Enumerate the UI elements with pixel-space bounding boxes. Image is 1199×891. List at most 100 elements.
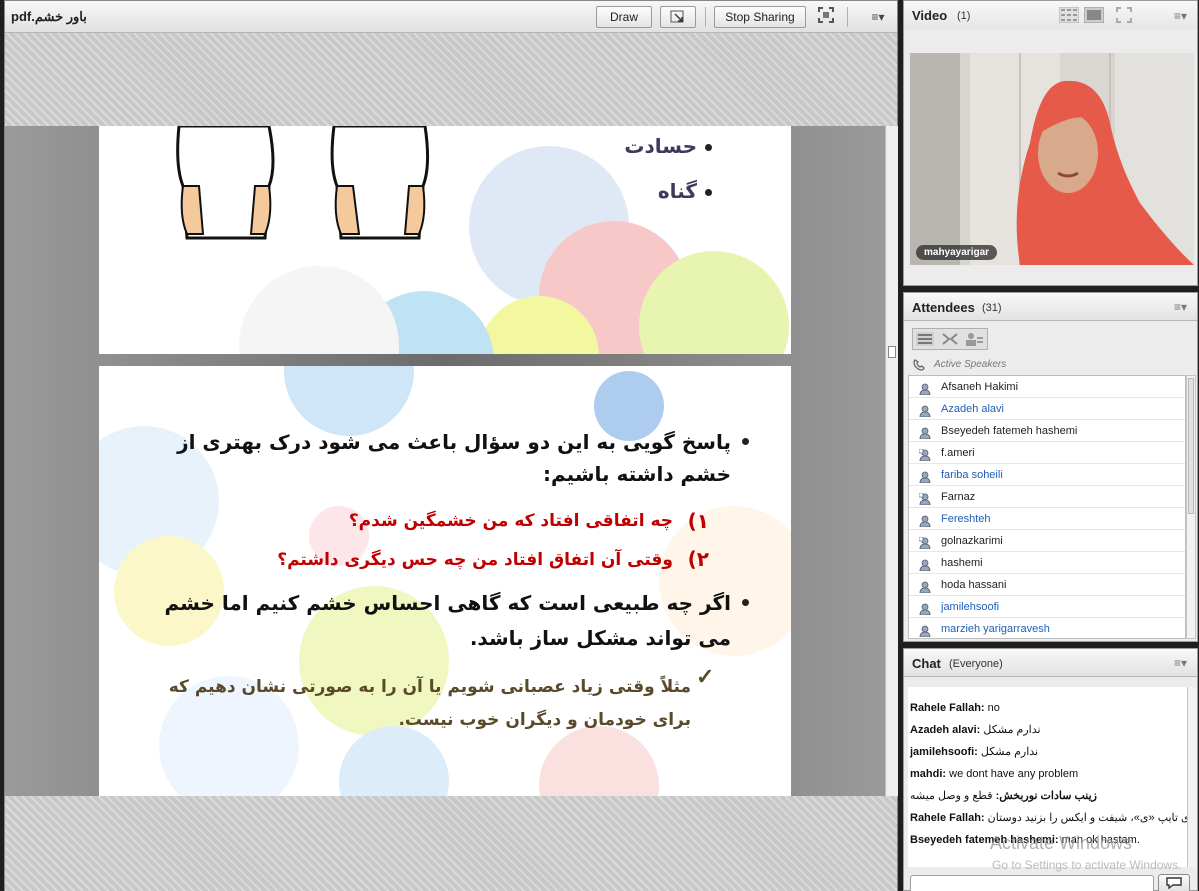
video-pod-header: Video (1) ≡▾	[904, 1, 1197, 29]
chat-text: برای تایپ «ی»، شیفت و ایکس را بزنید دوست…	[984, 812, 1187, 824]
breakout-view-icon[interactable]	[941, 332, 959, 351]
slide-previous: حسادت گناه	[99, 126, 791, 354]
single-view-icon[interactable]	[1083, 6, 1105, 28]
user-icon	[919, 557, 931, 572]
question-2-number: ۲)	[687, 547, 709, 571]
slide-current: پاسخ گویی به این دو سؤال باعث می شود درک…	[99, 366, 791, 796]
pointer-tool-button[interactable]	[660, 6, 696, 28]
chat-sender: Rahele Fallah:	[910, 812, 985, 824]
attendee-name: Azadeh alavi	[941, 403, 1004, 415]
active-speakers-row: Active Speakers	[910, 357, 1190, 373]
video-pod: Video (1) ≡▾ mahyayarigar	[903, 0, 1198, 286]
windows-activation-watermark: Activate Windows	[990, 833, 1133, 853]
user-icon	[919, 381, 931, 396]
video-count: (1)	[957, 10, 971, 22]
chat-message: Azadeh alavi: ندارم مشکل	[908, 719, 1187, 741]
webcam-video: mahyayarigar	[910, 53, 1194, 265]
presenter-video-image	[910, 53, 1194, 265]
chat-title: Chat	[912, 656, 941, 671]
presenter-user-icon	[918, 535, 931, 550]
fullscreen-icon[interactable]	[815, 7, 837, 27]
chat-message: Rahele Fallah: no	[908, 697, 1187, 719]
user-icon	[919, 623, 931, 638]
chat-pod-header: Chat (Everyone) ≡▾	[904, 649, 1197, 677]
draw-button[interactable]: Draw	[596, 6, 652, 28]
attendee-list: Afsaneh Hakimi Azadeh alavi Bseyedeh fatem…	[908, 375, 1186, 639]
attendees-title: Attendees	[912, 300, 975, 315]
speech-bubble-icon	[1166, 877, 1182, 890]
status-view-icon[interactable]	[965, 332, 983, 351]
attendee-row[interactable]: f.ameri	[909, 442, 1185, 464]
document-scrollbar[interactable]	[885, 126, 898, 796]
attendee-row[interactable]: jamilehsoofi	[909, 596, 1185, 618]
grid-view-icon[interactable]	[1058, 6, 1080, 28]
chat-scope: (Everyone)	[949, 658, 1003, 670]
attendee-name: Afsaneh Hakimi	[941, 381, 1019, 393]
attendee-name: hashemi	[941, 557, 983, 569]
windows-activation-subtext: Go to Settings to activate Windows.	[992, 858, 1182, 872]
app-window: باور خشم.pdf Draw Stop Sharing ≡▾ حسادت …	[0, 0, 1199, 891]
share-background-top	[5, 33, 897, 126]
attendee-row[interactable]: marzieh yarigarravesh	[909, 618, 1185, 638]
attendee-row[interactable]: Bseyedeh fatemeh hashemi	[909, 420, 1185, 442]
scrollbar-grip[interactable]	[888, 346, 896, 358]
attendee-row[interactable]: Afsaneh Hakimi	[909, 376, 1185, 398]
attendee-count: (31)	[982, 302, 1002, 314]
attendee-name: hoda hassani	[941, 579, 1007, 591]
slide2-bullet-1: پاسخ گویی به این دو سؤال باعث می شود درک…	[177, 430, 731, 486]
chat-sender: زینب سادات نوربخش:	[995, 790, 1097, 802]
attendee-row[interactable]: Farnaz	[909, 486, 1185, 508]
chat-sender: jamilehsoofi:	[910, 746, 978, 758]
slide2-bullet-2: اگر چه طبیعی است که گاهی احساس خشم کنیم …	[164, 591, 731, 650]
attendee-row[interactable]: hashemi	[909, 552, 1185, 574]
chat-input[interactable]	[910, 875, 1154, 891]
attendee-name: Fereshteh	[941, 513, 991, 525]
attendee-view-toolbar	[912, 328, 988, 350]
question-1: چه اتفاقی افتاد که من خشمگین شدم؟	[348, 511, 673, 531]
slide2-example: مثلاً وقتی زیاد عصبانی شویم یا آن را به …	[168, 677, 691, 730]
user-icon	[919, 425, 931, 440]
chat-sender: Azadeh alavi:	[910, 724, 981, 736]
send-message-button[interactable]	[1158, 874, 1190, 891]
video-pod-title: Video	[912, 8, 948, 23]
chat-text: ندارم مشکل	[980, 724, 1041, 736]
user-icon	[919, 601, 931, 616]
bullet-dot	[705, 189, 712, 196]
bullet-dot	[742, 438, 749, 445]
bullet-dot	[705, 144, 712, 151]
attendee-name: f.ameri	[941, 447, 975, 459]
pod-menu-icon[interactable]: ≡▾	[865, 7, 891, 27]
attendees-menu-icon[interactable]: ≡▾	[1174, 300, 1187, 314]
chat-pod: Chat (Everyone) ≡▾ Rahele Fallah: no Azad…	[903, 648, 1198, 891]
chat-scrollbar[interactable]	[1187, 687, 1197, 867]
chat-message: زینب سادات نوربخش: قطع و وصل میشه	[908, 785, 1187, 807]
attendee-name: jamilehsoofi	[941, 601, 1000, 613]
attendee-row[interactable]: golnazkarimi	[909, 530, 1185, 552]
question-2: وقتی آن اتفاق افتاد من چه حس دیگری داشتم…	[277, 550, 673, 570]
chat-menu-icon[interactable]: ≡▾	[1174, 656, 1187, 670]
attendee-row[interactable]: Fereshteh	[909, 508, 1185, 530]
presenter-user-icon	[918, 447, 931, 462]
attendee-list-scrollbar[interactable]	[1186, 375, 1196, 639]
video-pod-menu-icon[interactable]: ≡▾	[1174, 9, 1187, 23]
cartoon-figures-image	[176, 126, 430, 240]
stop-sharing-button[interactable]: Stop Sharing	[714, 6, 806, 28]
cursor-icon	[670, 10, 684, 23]
share-pod: باور خشم.pdf Draw Stop Sharing ≡▾ حسادت …	[4, 0, 898, 891]
attendee-name: golnazkarimi	[941, 535, 1003, 547]
attendee-name: marzieh yarigarravesh	[941, 623, 1050, 635]
fullscreen-icon[interactable]	[1116, 7, 1132, 28]
question-1-number: ۱)	[687, 509, 709, 533]
attendee-row[interactable]: fariba soheili	[909, 464, 1185, 486]
attendee-name: Bseyedeh fatemeh hashemi	[941, 425, 1078, 437]
user-icon	[919, 469, 931, 484]
list-view-icon[interactable]	[916, 332, 934, 351]
chat-text: no	[984, 702, 1000, 714]
chat-message: jamilehsoofi: ندارم مشکل	[908, 741, 1187, 763]
attendee-row[interactable]: hoda hassani	[909, 574, 1185, 596]
attendees-pod-header: Attendees (31) ≡▾	[904, 293, 1197, 321]
active-speakers-label: Active Speakers	[934, 359, 1007, 370]
chat-text: ندارم مشکل	[977, 746, 1039, 758]
chat-sender: mahdi:	[910, 768, 947, 780]
attendee-row[interactable]: Azadeh alavi	[909, 398, 1185, 420]
